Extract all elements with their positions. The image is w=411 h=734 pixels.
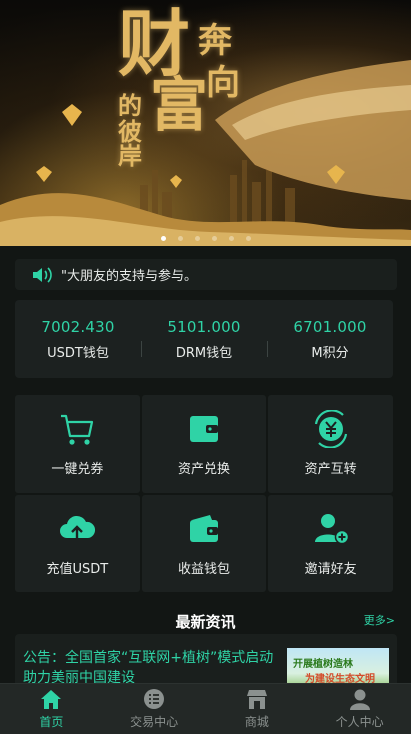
- notice-text: "大朋友的支持与参与。: [61, 269, 197, 284]
- carousel-dot[interactable]: [194, 236, 200, 241]
- wallet-value: 6701.000: [293, 317, 367, 336]
- yen-exchange-icon: [314, 410, 347, 449]
- wallet-label: USDT钱包: [47, 345, 109, 361]
- list-icon: [144, 689, 165, 709]
- wallet-summary: 7002.430 USDT钱包 5101.000 DRM钱包 6701.000 …: [15, 300, 393, 378]
- user-icon: [349, 689, 370, 710]
- notice-bar[interactable]: "大朋友的支持与参与。: [15, 259, 397, 290]
- wallet-points[interactable]: 6701.000 M积分: [267, 300, 393, 378]
- promo-banner[interactable]: 财 富 奔 向 的 彼 岸: [0, 0, 411, 246]
- cloud-upload-icon: [60, 515, 96, 540]
- action-asset-exchange[interactable]: 资产兑换: [141, 395, 267, 493]
- action-earnings-wallet[interactable]: 收益钱包: [141, 494, 267, 592]
- tab-label: 商城: [244, 715, 269, 729]
- banner-char-1: 财: [118, 1, 191, 86]
- tab-profile[interactable]: 个人中心: [308, 684, 411, 734]
- wallet-value: 7002.430: [41, 317, 115, 336]
- carousel-dot[interactable]: [160, 236, 166, 241]
- banner-char-4: 向: [206, 63, 240, 103]
- action-label: 一键兑券: [51, 462, 104, 478]
- action-label: 邀请好友: [304, 561, 357, 577]
- tab-home[interactable]: 首页: [0, 684, 103, 734]
- carousel-dot[interactable]: [245, 236, 251, 241]
- action-asset-transfer[interactable]: 资产互转: [268, 395, 393, 493]
- tab-label: 个人中心: [335, 715, 384, 729]
- wallet-label: M积分: [311, 345, 349, 361]
- action-label: 资产互转: [304, 462, 357, 478]
- cart-icon: [61, 415, 94, 445]
- banner-char-3: 奔: [198, 21, 232, 61]
- action-label: 资产兑换: [177, 462, 230, 478]
- action-label: 充值USDT: [46, 561, 109, 577]
- banner-char-2: 富: [150, 71, 209, 139]
- tab-label: 交易中心: [130, 715, 179, 729]
- action-recharge-usdt[interactable]: 充值USDT: [15, 494, 140, 592]
- wallet-value: 5101.000: [167, 317, 241, 336]
- store-icon: [246, 690, 267, 709]
- carousel-dot[interactable]: [211, 236, 217, 241]
- tab-mall[interactable]: 商城: [206, 684, 309, 734]
- add-user-icon: [314, 513, 349, 544]
- bottom-tab-bar: 首页 交易中心 商城 个人中心: [0, 683, 411, 734]
- wallet-drm[interactable]: 5101.000 DRM钱包: [141, 300, 267, 378]
- purse-icon: [189, 514, 218, 542]
- action-one-click-exchange[interactable]: 一键兑券: [15, 395, 140, 493]
- speaker-icon: [33, 266, 52, 283]
- carousel-dot[interactable]: [177, 236, 183, 241]
- home-icon: [41, 690, 62, 709]
- banner-char-5: 的: [118, 91, 142, 120]
- action-grid: 一键兑券 资产兑换 资产互转 充值USDT 收益钱包 邀请好友: [15, 395, 393, 592]
- news-item-title: 公告：全国首家“互联网+植树”模式启动助力美丽中国建设: [23, 650, 274, 686]
- banner-char-7: 岸: [118, 141, 142, 170]
- carousel-dot[interactable]: [228, 236, 234, 241]
- news-more-link[interactable]: 更多>: [364, 612, 395, 628]
- wallet-label: DRM钱包: [175, 345, 233, 361]
- action-invite-friends[interactable]: 邀请好友: [268, 494, 393, 592]
- tab-trading-center[interactable]: 交易中心: [103, 684, 206, 734]
- action-label: 收益钱包: [177, 561, 230, 577]
- carousel-indicator: [0, 236, 411, 241]
- wallet-usdt[interactable]: 7002.430 USDT钱包: [15, 300, 141, 378]
- thumbnail-caption: 开展植树造林: [293, 659, 353, 670]
- wallet-icon: [189, 416, 218, 443]
- news-section-title: 最新资讯: [175, 613, 236, 631]
- tab-label: 首页: [39, 715, 64, 729]
